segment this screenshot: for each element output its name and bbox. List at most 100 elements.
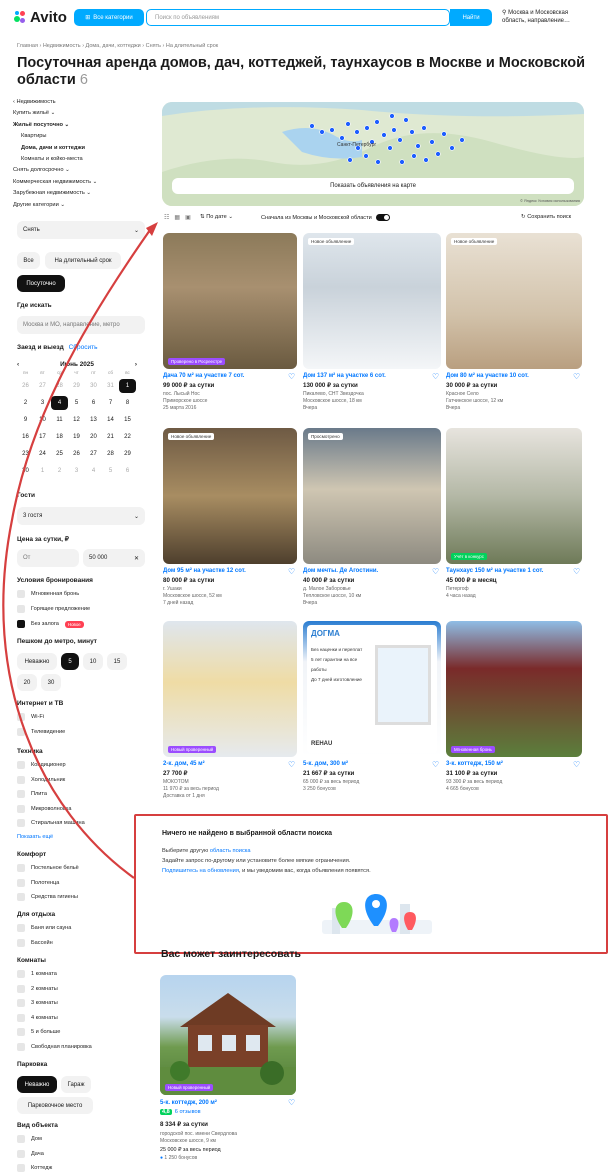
calendar-day[interactable]: 3 [34, 400, 51, 406]
checkbox[interactable] [17, 713, 25, 721]
listing-image[interactable]: Просмотрено [303, 428, 441, 564]
checkbox[interactable] [17, 590, 25, 598]
listing-image[interactable]: Новое объявление [446, 233, 582, 369]
calendar-day[interactable]: 28 [102, 451, 119, 457]
parking-chip-place[interactable]: Парковочное место [17, 1097, 93, 1114]
metro-chip-15[interactable]: 15 [107, 653, 127, 670]
location-selector[interactable]: ⚲ Москва и Московская область, направлен… [502, 9, 582, 25]
calendar-day[interactable]: 22 [119, 434, 136, 440]
region-first-toggle[interactable]: Сначала из Москвы и Московской области [261, 214, 390, 221]
booking-hot[interactable]: Горящее предложение [17, 605, 90, 613]
checkbox[interactable] [17, 1013, 25, 1022]
calendar-day[interactable]: 24 [34, 451, 51, 457]
checkbox[interactable] [17, 1164, 25, 1173]
checkbox[interactable] [17, 775, 25, 784]
calendar-day[interactable]: 4 [85, 468, 102, 474]
checkbox[interactable] [17, 790, 25, 799]
reset-link[interactable]: Сбросить [69, 344, 98, 351]
reviews-link[interactable]: 6 отзывов [175, 1109, 201, 1115]
metro-chip-10[interactable]: 10 [83, 653, 103, 670]
listing-title[interactable]: Дом 137 м² на участке 6 сот. [303, 373, 386, 379]
map-pin[interactable] [339, 135, 345, 141]
checkbox[interactable] [17, 1149, 25, 1158]
gallery-view-icon[interactable]: ▣ [185, 214, 191, 221]
objtype-option[interactable]: Дом [17, 1135, 42, 1143]
calendar-day[interactable]: 28 [51, 383, 68, 389]
calendar-day[interactable]: 1 [119, 378, 136, 393]
avito-logo[interactable]: Avito [14, 9, 67, 26]
map-pin[interactable] [421, 125, 427, 131]
listing-title[interactable]: Дом 80 м² на участке 10 сот. [446, 373, 529, 379]
map-pin[interactable] [399, 159, 405, 165]
search-input[interactable]: Поиск по объявлениям [146, 9, 450, 26]
toggle-switch[interactable] [375, 214, 390, 221]
rooms-option[interactable]: 2 комнаты [17, 984, 58, 993]
map-pin[interactable] [423, 157, 429, 163]
listing-image[interactable]: Новое объявление [303, 233, 441, 369]
map-pin[interactable] [309, 123, 315, 129]
calendar-day[interactable]: 26 [17, 383, 34, 389]
calendar-day[interactable]: 26 [68, 451, 85, 457]
rooms-option[interactable]: 3 комнаты [17, 999, 58, 1008]
nav-item[interactable]: ‹ Недвижимость [13, 99, 153, 110]
map-pin[interactable] [391, 127, 397, 133]
booking-instant[interactable]: Мгновенная бронь [17, 590, 79, 598]
deal-select[interactable]: Снять ⌄ [17, 221, 145, 239]
map-pin[interactable] [364, 125, 370, 131]
checkbox[interactable] [17, 924, 25, 932]
rooms-option[interactable]: 5 и больше [17, 1028, 60, 1037]
calendar-day[interactable]: 7 [102, 400, 119, 406]
internet-option[interactable]: Телевидение [17, 727, 65, 736]
calendar-day[interactable]: 5 [102, 468, 119, 474]
map-pin[interactable] [389, 113, 395, 119]
calendar-day[interactable]: 8 [119, 400, 136, 406]
booking-no-deposit[interactable]: Без залога Новое [17, 620, 84, 628]
show-on-map-button[interactable]: Показать объявления на карте [172, 178, 574, 194]
nav-item[interactable]: Другие категории ⌄ [13, 202, 153, 213]
metro-chip-any[interactable]: Неважно [17, 653, 57, 670]
term-chip-all[interactable]: Все [17, 252, 40, 269]
nav-item[interactable]: Дома, дачи и коттеджи [13, 145, 153, 156]
metro-chip-20[interactable]: 20 [17, 674, 37, 691]
favorite-heart-icon[interactable]: ♡ [573, 567, 582, 576]
calendar-day[interactable]: 30 [85, 383, 102, 389]
checkbox[interactable] [17, 819, 25, 828]
favorite-heart-icon[interactable]: ♡ [432, 760, 441, 769]
map-pin[interactable] [403, 117, 409, 123]
calendar-day[interactable]: 25 [51, 451, 68, 457]
checkbox[interactable] [17, 804, 25, 813]
nav-item[interactable]: Квартиры [13, 133, 153, 144]
listing-title[interactable]: Дом 95 м² на участке 12 сот. [163, 568, 246, 574]
map-pin[interactable] [347, 157, 353, 163]
calendar-day[interactable]: 30 [17, 468, 34, 474]
comfort-option[interactable]: Средства гигиены [17, 893, 78, 902]
checkbox[interactable] [17, 1043, 25, 1051]
checkbox[interactable] [17, 999, 25, 1008]
calendar-day[interactable]: 21 [102, 434, 119, 440]
listing-image[interactable]: Мгновенная бронь [446, 621, 582, 757]
listing-image[interactable]: Новое объявление [163, 428, 297, 564]
rooms-option[interactable]: Свободная планировка [17, 1043, 92, 1051]
list-view-icon[interactable]: ☷ [164, 214, 169, 221]
nav-item[interactable]: Снять долгосрочно ⌄ [13, 167, 153, 178]
parking-chip-any[interactable]: Неважно [17, 1076, 57, 1093]
internet-option[interactable]: Wi-Fi [17, 713, 44, 721]
calendar-day[interactable]: 11 [51, 417, 68, 423]
listing-title[interactable]: 5-к. дом, 300 м² [303, 761, 348, 767]
map-pin[interactable] [435, 151, 441, 157]
favorite-heart-icon[interactable]: ♡ [573, 760, 582, 769]
calendar-day[interactable]: 9 [17, 417, 34, 423]
listing-title[interactable]: Таунхаус 150 м² на участке 1 сот. [446, 568, 543, 574]
checkbox[interactable] [17, 970, 25, 978]
calendar-day[interactable]: 23 [17, 451, 34, 457]
map-pin[interactable] [449, 145, 455, 151]
calendar-day[interactable]: 14 [102, 417, 119, 423]
map-pin[interactable] [381, 132, 387, 138]
listing-image[interactable]: ДОГМА Без наценки и переплат 5 лет гаранти… [303, 621, 441, 757]
term-chip-long[interactable]: На длительный срок [45, 252, 121, 269]
subscribe-link[interactable]: Подпишитесь на обновления [162, 868, 239, 874]
listing-title[interactable]: 2-к. дом, 45 м² [163, 761, 205, 767]
calendar-day[interactable]: 20 [85, 434, 102, 440]
favorite-heart-icon[interactable]: ♡ [288, 760, 297, 769]
breadcrumb[interactable]: Главная › Недвижимость › Дома, дачи, кот… [17, 43, 218, 49]
